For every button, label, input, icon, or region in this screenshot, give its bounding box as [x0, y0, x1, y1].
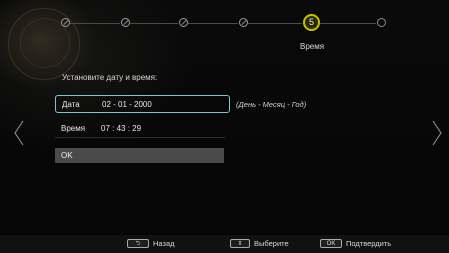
- select-label: Выберите: [254, 239, 289, 248]
- step-connector: [188, 23, 238, 24]
- back-key-icon: ⮌: [127, 239, 149, 248]
- step-6-pending-icon: [377, 18, 386, 27]
- back-hint: ⮌ Назад: [127, 239, 175, 248]
- step-1-done-icon: [61, 18, 70, 27]
- step-label: Время: [300, 42, 325, 51]
- time-field[interactable]: Время 07 : 43 : 29: [55, 119, 230, 137]
- wizard-progress: 5 Время: [60, 14, 390, 51]
- time-label: Время: [61, 123, 86, 133]
- tv-setup-screen: 5 Время Установите дату и время: Дата 02…: [0, 0, 449, 253]
- chevron-right-icon[interactable]: [432, 120, 442, 146]
- date-label: Дата: [62, 99, 80, 109]
- divider: [55, 137, 225, 138]
- ok-key-icon: OK: [320, 239, 342, 248]
- date-value: 02 - 01 - 2000: [102, 99, 152, 109]
- confirm-hint: OK Подтвердить: [320, 239, 391, 248]
- time-value: 07 : 43 : 29: [101, 123, 142, 133]
- date-field[interactable]: Дата 02 - 01 - 2000: [55, 95, 230, 113]
- footer-hints: ⮌ Назад ⇕ Выберите OK Подтвердить: [0, 235, 449, 253]
- date-format-hint: (День - Месяц - Год): [236, 100, 307, 109]
- step-connector: [248, 23, 302, 24]
- step-4-done-icon: [239, 18, 248, 27]
- step-number: 5: [308, 17, 314, 27]
- confirm-label: Подтвердить: [346, 239, 392, 248]
- step-5-active: 5: [303, 14, 320, 31]
- up-down-key-icon: ⇕: [230, 239, 250, 248]
- step-connector: [130, 23, 178, 24]
- step-connector: [70, 23, 120, 24]
- form-prompt: Установите дату и время:: [62, 73, 158, 82]
- step-connector: [320, 23, 376, 24]
- back-label: Назад: [153, 239, 175, 248]
- select-hint: ⇕ Выберите: [230, 239, 289, 248]
- ok-button[interactable]: OK: [55, 148, 224, 163]
- chevron-left-icon[interactable]: [14, 120, 24, 146]
- step-2-done-icon: [121, 18, 130, 27]
- step-3-done-icon: [179, 18, 188, 27]
